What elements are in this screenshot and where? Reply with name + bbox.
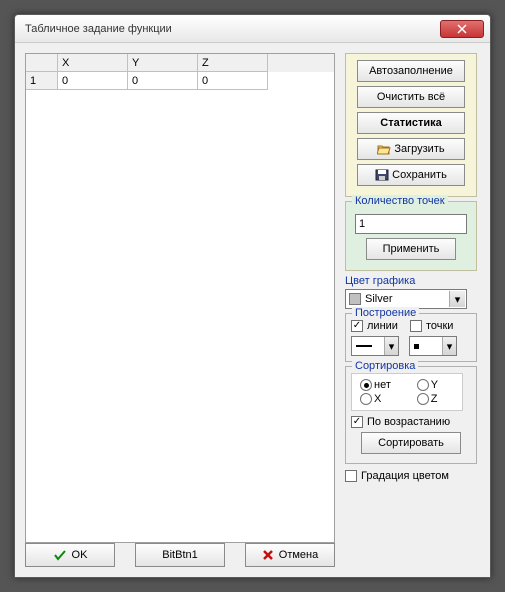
close-icon [457,24,467,34]
table-row[interactable]: 1 0 0 0 [26,72,334,90]
point-style-combo[interactable]: ▾ [409,336,457,356]
grid-corner [26,54,58,72]
load-button[interactable]: Загрузить [357,138,465,160]
stats-button[interactable]: Статистика [357,112,465,134]
ok-button[interactable]: OK [25,543,115,567]
ascending-label: По возрастанию [367,416,450,428]
sort-y-radio[interactable]: Y [417,379,454,391]
folder-open-icon [377,143,391,155]
load-label: Загрузить [394,143,444,155]
ascending-checkbox[interactable] [351,416,363,428]
line-style-combo[interactable]: ▾ [351,336,399,356]
autofill-button[interactable]: Автозаполнение [357,60,465,82]
lines-label: линии [367,320,398,332]
color-combo[interactable]: Silver ▾ [345,289,467,309]
cancel-label: Отмена [279,549,318,561]
sorting-group: Сортировка нет Y X Z По возрастанию Сорт… [345,366,477,464]
grid-header-x[interactable]: X [58,54,128,72]
ok-label: OK [72,549,88,561]
gradation-checkbox[interactable] [345,470,357,482]
chevron-down-icon: ▾ [384,337,398,355]
cancel-button[interactable]: Отмена [245,543,335,567]
grid-row-header: 1 [26,72,58,90]
points-panel: Количество точек Применить [345,201,477,271]
titlebar: Табличное задание функции [15,15,490,43]
sort-x-radio[interactable]: X [360,393,407,405]
construction-group: Построение линии точки ▾ ▾ [345,313,477,362]
window-title: Табличное задание функции [25,23,440,35]
chevron-down-icon: ▾ [449,291,465,307]
bitbtn1-button[interactable]: BitBtn1 [135,543,225,567]
check-icon [53,549,67,561]
action-panel: Автозаполнение Очистить всё Статистика З… [345,53,477,197]
apply-button[interactable]: Применить [366,238,456,260]
color-swatch [349,293,361,305]
sort-button[interactable]: Сортировать [361,432,461,454]
close-button[interactable] [440,20,484,38]
chevron-down-icon: ▾ [442,337,456,355]
graph-color-label: Цвет графика [345,275,477,287]
construction-legend: Построение [352,307,419,319]
points-count-legend: Количество точек [352,195,448,207]
sorting-legend: Сортировка [352,360,418,372]
gradation-label: Градация цветом [361,470,449,482]
grid-header-y[interactable]: Y [128,54,198,72]
x-icon [262,549,274,561]
lines-checkbox[interactable] [351,320,363,332]
sort-z-radio[interactable]: Z [417,393,454,405]
sort-none-radio[interactable]: нет [360,379,407,391]
clear-button[interactable]: Очистить всё [357,86,465,108]
grid-cell-z[interactable]: 0 [198,72,268,90]
floppy-icon [375,169,389,181]
color-value: Silver [365,293,393,305]
grid-header-z[interactable]: Z [198,54,268,72]
grid-cell-y[interactable]: 0 [128,72,198,90]
save-button[interactable]: Сохранить [357,164,465,186]
grid-cell-x[interactable]: 0 [58,72,128,90]
bitbtn1-label: BitBtn1 [162,549,197,561]
points-label: точки [426,320,453,332]
points-checkbox[interactable] [410,320,422,332]
data-grid[interactable]: X Y Z 1 0 0 0 [25,53,335,543]
save-label: Сохранить [392,169,447,181]
points-count-input[interactable] [355,214,467,234]
